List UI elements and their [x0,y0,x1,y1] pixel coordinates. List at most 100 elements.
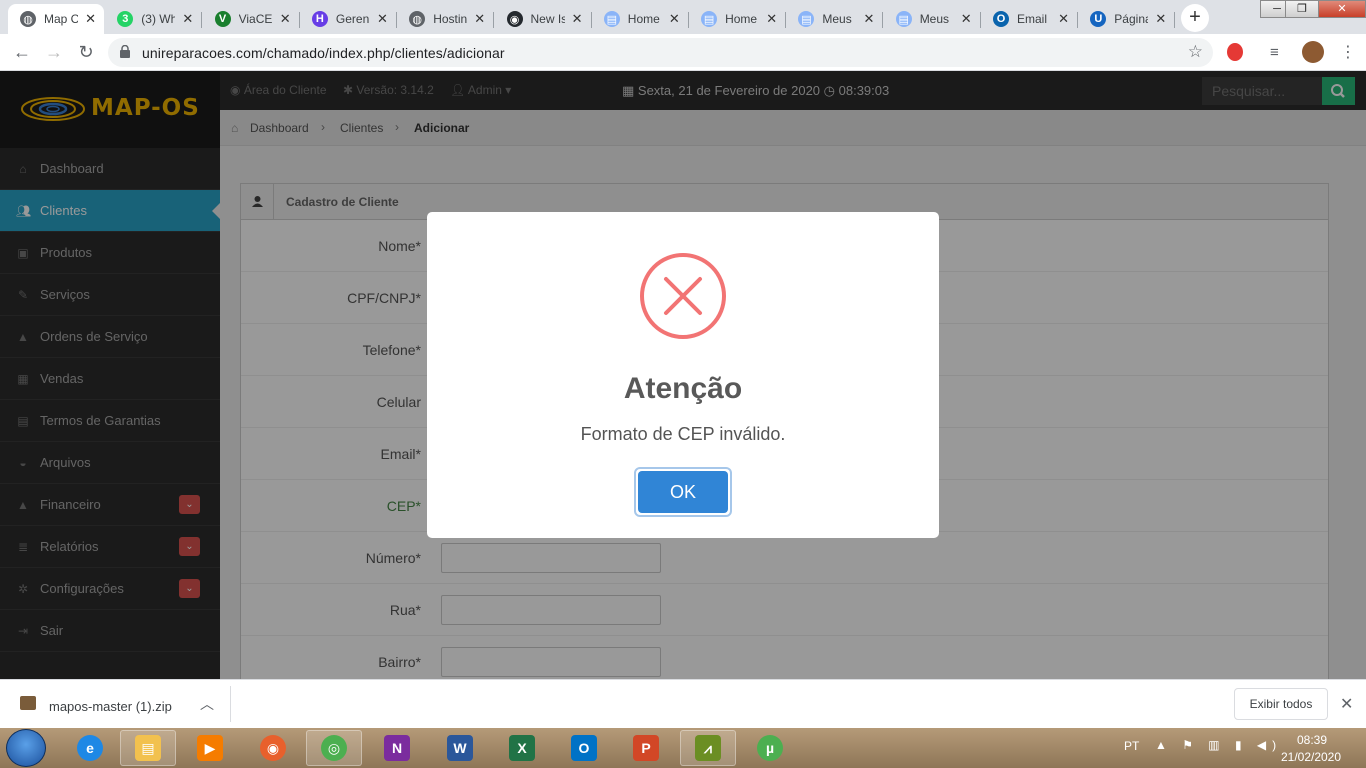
alert-dialog: Atenção Formato de CEP inválido. OK [427,212,939,538]
tab-title: Hostin [433,12,468,26]
browser-tab[interactable]: O Email ✕ [981,4,1078,34]
hostinger-icon: H [311,11,328,27]
star-icon[interactable]: ☆ [1188,42,1203,62]
powerpoint-icon: P [633,735,659,761]
word-icon: W [447,735,473,761]
dialog-title: Atenção [623,372,743,405]
modal-overlay: Atenção Formato de CEP inválido. OK [0,71,1366,679]
outlook-icon: O [571,735,597,761]
taskbar-app-onenote[interactable]: N [369,730,425,766]
uv-icon: U [1090,11,1107,27]
doc-icon: ▤ [701,11,718,27]
doc-icon: ▤ [603,11,620,27]
windows-taskbar: e ▤ ▶ ◉ ◎ N W X O P ⩘ µ PT ▲ ⚑ ▥ ▮ ◀) 08:39 21/02/2… [0,728,1366,768]
outlook-icon: O [993,11,1009,27]
lock-icon [120,45,130,58]
globe-icon: ◍ [20,11,36,27]
menu-icon[interactable]: ⋮ [1340,42,1356,62]
download-bar: mapos-master (1).zip ︿ Exibir todos ✕ [0,679,1366,728]
onenote-icon: N [384,735,410,761]
address-bar[interactable]: unireparacoes.com/chamado/index.php/clie… [108,38,1213,67]
tab-title: Home [725,12,758,26]
chevron-up-icon[interactable]: ︿ [200,694,214,714]
tab-close-icon[interactable]: ✕ [961,11,972,27]
browser-toolbar: ← → ↻ unireparacoes.com/chamado/index.ph… [0,34,1366,71]
charts-icon: ⩘ [695,735,721,761]
taskbar-app-utorrent[interactable]: µ [742,730,798,766]
clock-date[interactable]: 21/02/2020 [1276,750,1346,764]
browser-tab[interactable]: U Página ✕ [1078,4,1176,34]
tab-close-icon[interactable]: ✕ [182,11,193,27]
browser-tab[interactable]: ◉ New Is ✕ [495,4,592,34]
ok-button-label: OK [638,471,728,513]
ok-button[interactable]: OK [634,467,732,517]
download-item[interactable]: mapos-master (1).zip [49,699,172,714]
taskbar-app-explorer[interactable]: ▤ [120,730,176,766]
divider [230,686,231,722]
tab-title: Email [1017,12,1048,26]
tab-title: Meus [822,12,852,26]
tab-close-icon[interactable]: ✕ [377,11,388,27]
tab-close-icon[interactable]: ✕ [85,11,96,27]
browser-tab[interactable]: V ViaCEP ✕ [203,4,300,34]
tab-title: Meus [919,12,950,26]
tab-close-icon[interactable]: ✕ [1155,11,1166,27]
tab-close-icon[interactable]: ✕ [572,11,583,27]
clock-time[interactable]: 08:39 [1282,733,1342,747]
restore-button[interactable]: ❐ [1285,0,1319,18]
new-tab-button[interactable]: + [1181,4,1209,32]
close-window-button[interactable]: ✕ [1318,0,1366,18]
browser-tab[interactable]: ◍ Hostin ✕ [397,4,495,34]
tab-close-icon[interactable]: ✕ [474,11,485,27]
profile-avatar[interactable] [1302,41,1324,63]
show-all-downloads-button[interactable]: Exibir todos [1234,688,1328,720]
firefox-icon: ◉ [260,735,286,761]
globe-icon: ◍ [409,11,426,27]
browser-tab[interactable]: ◍ Map C ✕ [8,4,104,34]
tab-close-icon[interactable]: ✕ [280,11,291,27]
reload-icon[interactable]: ↻ [74,42,98,63]
browser-tab[interactable]: ▤ Meus ✕ [884,4,981,34]
adblock-extension-icon[interactable] [1227,43,1243,61]
browser-tab[interactable]: ▤ Home ✕ [592,4,689,34]
explorer-icon: ▤ [135,735,161,761]
tab-close-icon[interactable]: ✕ [766,11,777,27]
browser-tab[interactable]: ▤ Meus ✕ [786,4,884,34]
doc-icon: ▤ [798,11,815,27]
tab-separator [1174,12,1176,28]
tab-title: Home [627,12,660,26]
mapos-app: MAP-OS ⌂ Dashboard 👥︎ Clientes ▣ Produtos ✎ Ser… [0,71,1366,679]
zip-file-icon [20,696,36,710]
taskbar-app-powerpoint[interactable]: P [618,730,674,766]
taskbar-app-ie[interactable]: e [62,730,118,766]
taskbar-app-firefox[interactable]: ◉ [245,730,301,766]
forward-icon[interactable]: → [42,42,66,63]
close-download-bar-icon[interactable]: ✕ [1340,694,1353,714]
github-icon: ◉ [506,11,523,27]
taskbar-app-chrome[interactable]: ◎ [306,730,362,766]
utorrent-icon: µ [757,735,783,761]
start-button[interactable] [6,729,46,767]
tab-close-icon[interactable]: ✕ [863,11,874,27]
taskbar-app-outlook[interactable]: O [556,730,612,766]
tab-title: New Is [530,12,565,26]
browser-tab[interactable]: ▤ Home ✕ [689,4,787,34]
taskbar-app-charts[interactable]: ⩘ [680,730,736,766]
whatsapp-icon: 3 [117,11,134,27]
tab-close-icon[interactable]: ✕ [669,11,680,27]
error-x-icon [640,253,726,339]
url-text: unireparacoes.com/chamado/index.php/clie… [142,45,505,61]
tray-icons[interactable]: ▲ ⚑ ▥ ▮ ◀) [1155,738,1282,752]
tab-title: Map C [44,12,78,26]
browser-tab[interactable]: 3 (3) Wh ✕ [105,4,203,34]
taskbar-app-excel[interactable]: X [494,730,550,766]
tab-title: ViaCEP [238,12,273,26]
taskbar-app-media[interactable]: ▶ [182,730,238,766]
taskbar-app-word[interactable]: W [432,730,488,766]
back-icon[interactable]: ← [10,42,34,63]
language-indicator[interactable]: PT [1124,739,1139,753]
tab-close-icon[interactable]: ✕ [1058,11,1069,27]
browser-tab[interactable]: H Geren ✕ [300,4,397,34]
tab-title: Página [1114,12,1149,26]
media-controls-icon[interactable]: ≡ [1270,44,1279,61]
